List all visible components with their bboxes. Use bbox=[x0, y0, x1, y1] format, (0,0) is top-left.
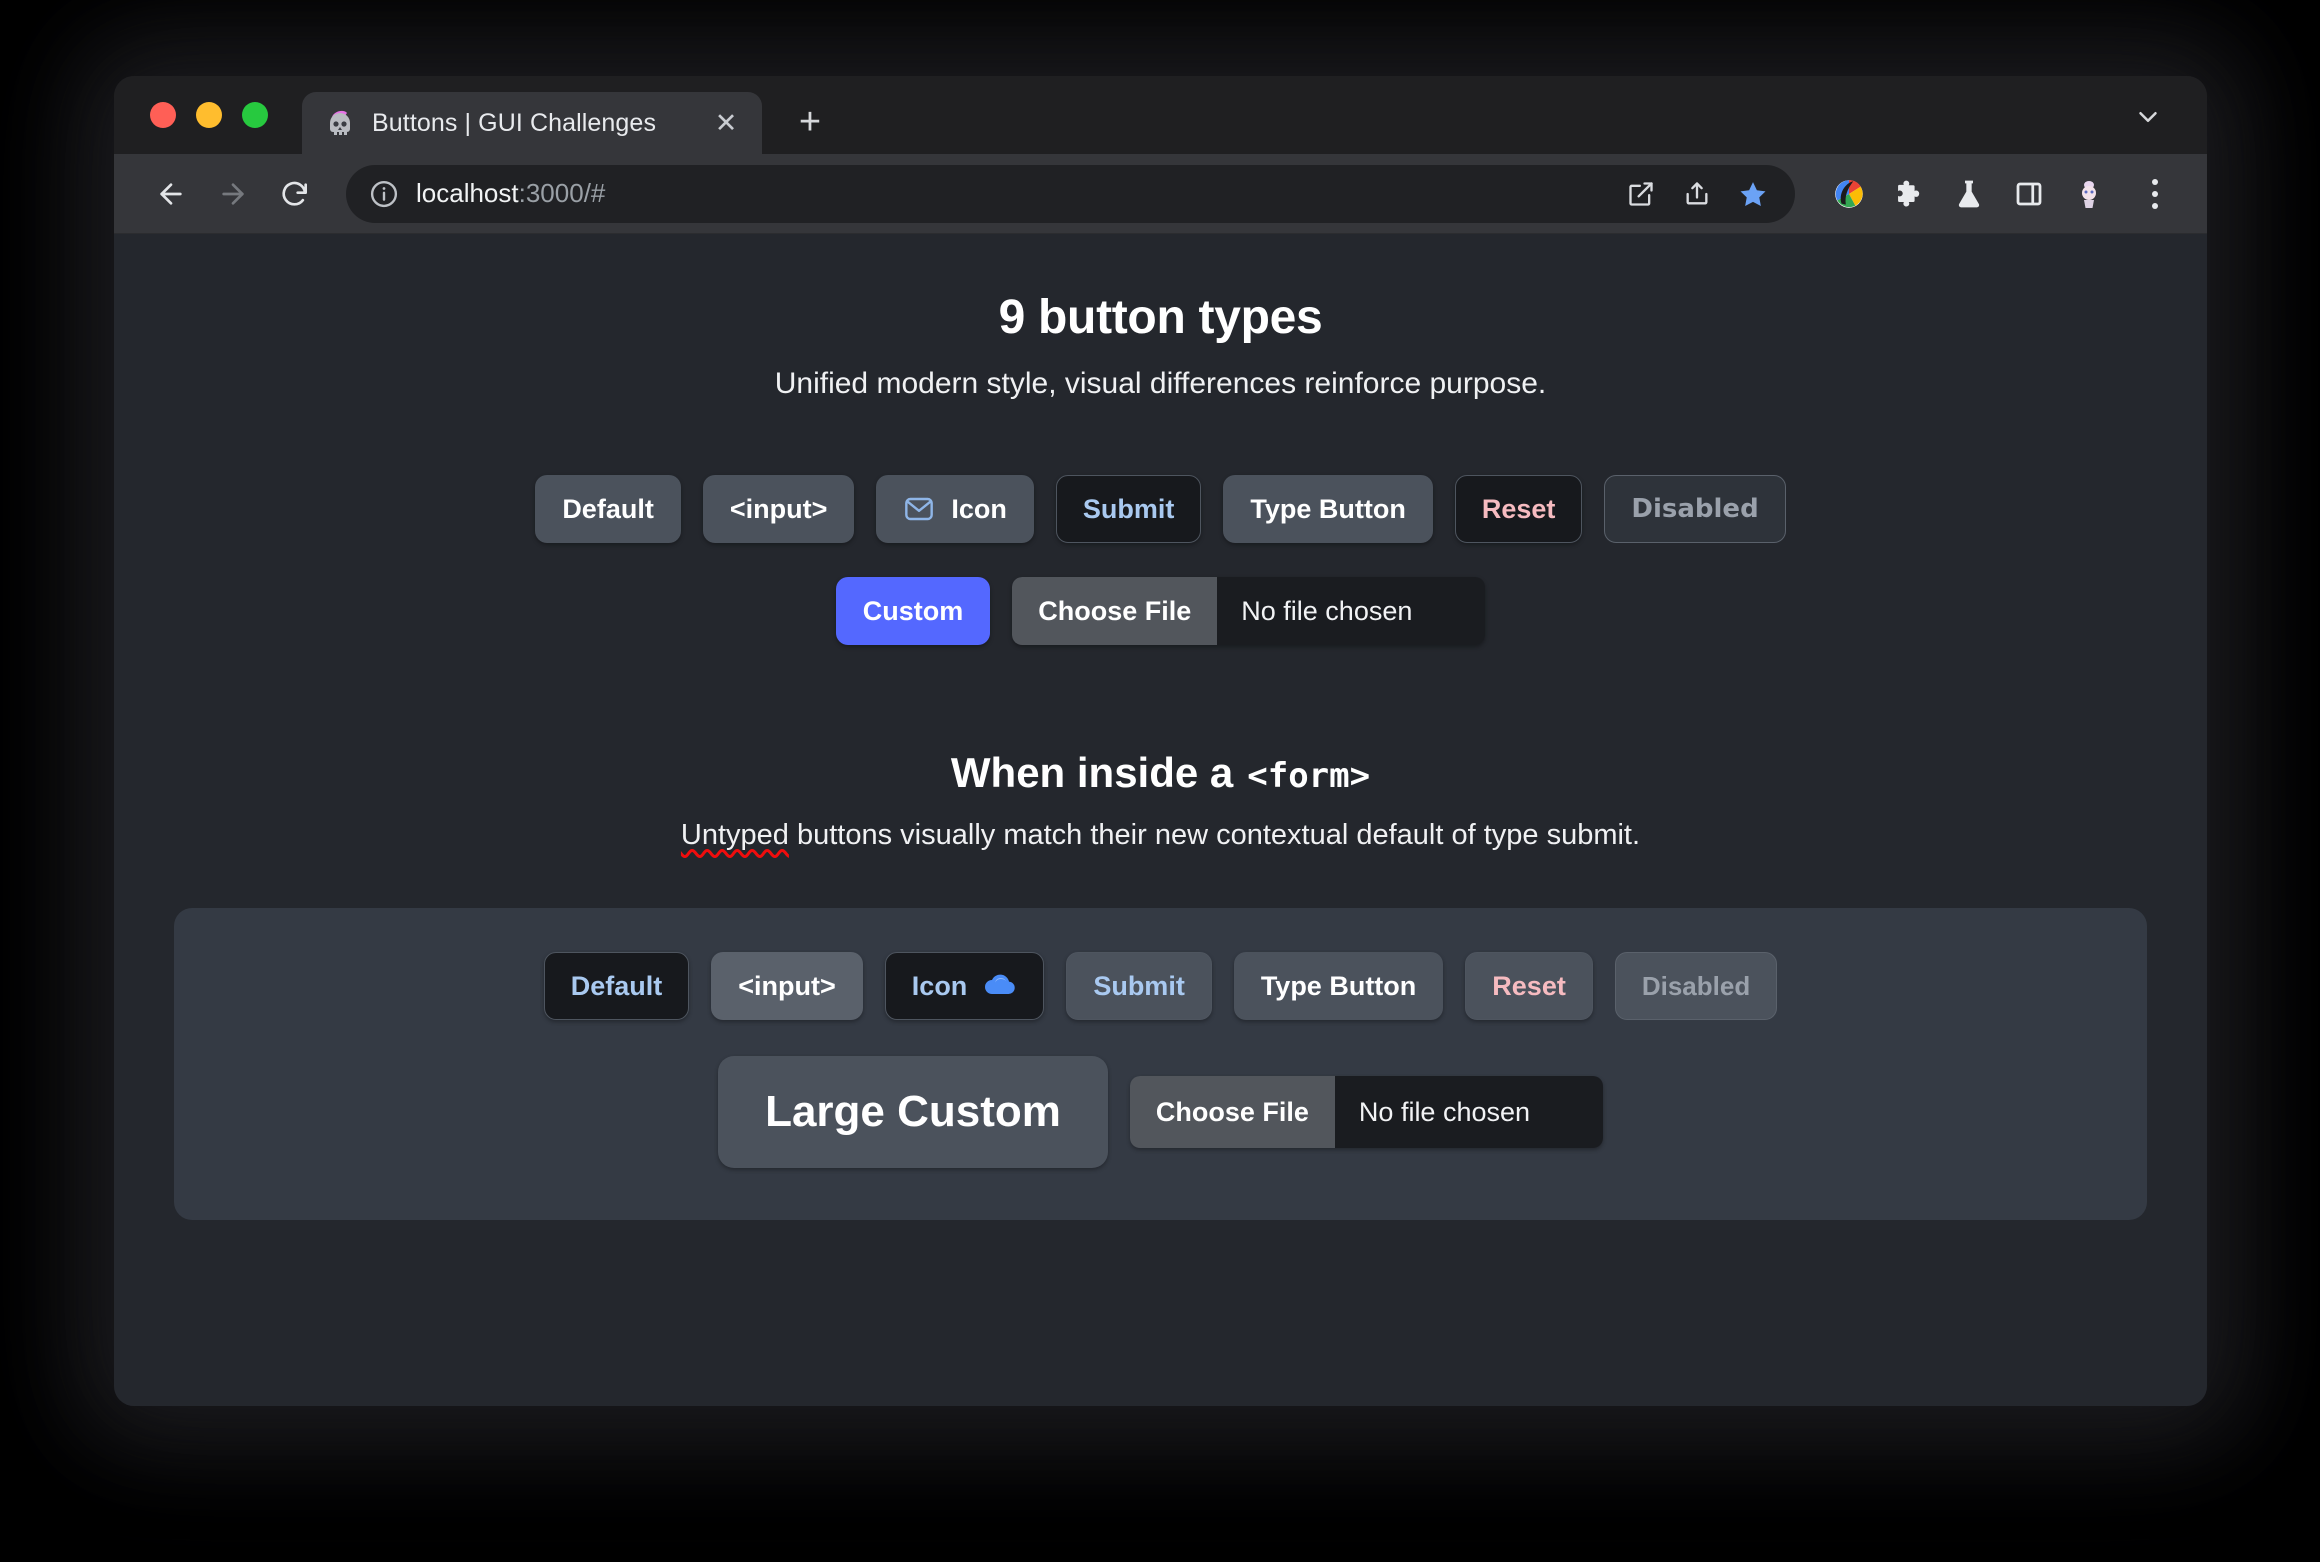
button-label: <input> bbox=[729, 493, 828, 524]
file-input[interactable]: Choose File No file chosen bbox=[1012, 577, 1486, 645]
button-label: Disabled bbox=[1631, 494, 1759, 524]
form-section-title-text: When inside a bbox=[950, 749, 1234, 796]
tab-title: Buttons | GUI Challenges bbox=[372, 108, 657, 137]
file-status-text: No file chosen bbox=[1217, 577, 1486, 645]
button-label: Default bbox=[562, 493, 654, 524]
omnibox-url-host: localhost bbox=[416, 178, 519, 208]
form-panel: Default <input> Icon Submit Type Button … bbox=[174, 908, 2147, 1220]
button-default[interactable]: Default bbox=[535, 475, 681, 543]
form-button-submit[interactable]: Submit bbox=[1066, 952, 1212, 1020]
button-label: Reset bbox=[1481, 493, 1556, 524]
page-viewport: 9 button types Unified modern style, vis… bbox=[114, 234, 2207, 1406]
button-label: Custom bbox=[862, 595, 964, 626]
omnibox[interactable]: localhost:3000/# bbox=[346, 164, 1795, 223]
omnibox-actions bbox=[1615, 168, 1783, 220]
button-type-button[interactable]: Type Button bbox=[1223, 475, 1433, 543]
button-label: Submit bbox=[1093, 970, 1185, 1001]
button-label: Type Button bbox=[1250, 493, 1406, 524]
minimize-window-button[interactable] bbox=[196, 102, 222, 128]
page-title: 9 button types bbox=[998, 291, 1323, 344]
color-wheel-extension-icon[interactable] bbox=[1823, 168, 1875, 220]
form-button-large-custom[interactable]: Large Custom bbox=[718, 1056, 1108, 1168]
spellchecked-word: Untyped bbox=[680, 819, 789, 851]
close-tab-button[interactable]: ✕ bbox=[708, 105, 744, 141]
form-button-type-button[interactable]: Type Button bbox=[1233, 952, 1444, 1020]
button-label: Reset bbox=[1492, 970, 1566, 1001]
form-section-subtext: Untyped buttons visually match their new… bbox=[681, 819, 1640, 852]
button-label: Icon bbox=[951, 493, 1007, 524]
share-icon[interactable] bbox=[1671, 168, 1723, 220]
button-label: Large Custom bbox=[765, 1087, 1061, 1136]
open-in-new-icon[interactable] bbox=[1615, 168, 1667, 220]
button-row-form-custom: Large Custom Choose File No file chosen bbox=[718, 1056, 1603, 1168]
cloud-icon bbox=[983, 970, 1017, 1002]
form-button-input[interactable]: <input> bbox=[711, 952, 863, 1020]
browser-window: Buttons | GUI Challenges ✕ + localhost:3… bbox=[114, 76, 2207, 1406]
flask-labs-icon[interactable] bbox=[1943, 168, 1995, 220]
button-row-custom: Custom Choose File No file chosen bbox=[835, 577, 1486, 645]
form-button-reset[interactable]: Reset bbox=[1465, 952, 1593, 1020]
puzzle-piece-extensions-icon[interactable] bbox=[1883, 168, 1935, 220]
tab-strip: Buttons | GUI Challenges ✕ + bbox=[114, 76, 2207, 154]
form-section-title: When inside a <form> bbox=[951, 749, 1370, 797]
form-button-default[interactable]: Default bbox=[543, 952, 690, 1020]
button-icon[interactable]: Icon bbox=[876, 475, 1034, 543]
browser-tab[interactable]: Buttons | GUI Challenges ✕ bbox=[302, 92, 762, 154]
button-reset[interactable]: Reset bbox=[1454, 475, 1583, 543]
form-section-subtext-rest: buttons visually match their new context… bbox=[788, 819, 1641, 851]
button-label: Type Button bbox=[1260, 970, 1417, 1001]
new-tab-button[interactable]: + bbox=[784, 96, 836, 148]
button-row-form: Default <input> Icon Submit Type Button … bbox=[543, 952, 1778, 1020]
form-button-disabled: Disabled bbox=[1614, 952, 1778, 1020]
button-custom[interactable]: Custom bbox=[835, 577, 991, 645]
form-tag-code: <form> bbox=[1247, 756, 1371, 796]
button-input[interactable]: <input> bbox=[702, 475, 855, 543]
button-submit[interactable]: Submit bbox=[1055, 475, 1202, 543]
back-arrow-icon[interactable] bbox=[142, 165, 200, 223]
button-disabled: Disabled bbox=[1604, 475, 1786, 543]
envelope-icon bbox=[903, 493, 935, 525]
choose-file-button[interactable]: Choose File bbox=[1012, 577, 1218, 645]
page-tagline: Unified modern style, visual differences… bbox=[774, 367, 1547, 400]
form-choose-file-button[interactable]: Choose File bbox=[1129, 1076, 1335, 1148]
button-label: <input> bbox=[738, 970, 836, 1001]
form-button-icon[interactable]: Icon bbox=[884, 952, 1045, 1020]
window-traffic-lights bbox=[150, 76, 302, 154]
maximize-window-button[interactable] bbox=[242, 102, 268, 128]
extension-icons bbox=[1809, 168, 2181, 220]
info-circle-icon[interactable] bbox=[368, 178, 400, 210]
page-content: 9 button types Unified modern style, vis… bbox=[114, 234, 2207, 1406]
side-panel-icon[interactable] bbox=[2003, 168, 2055, 220]
form-file-status-text: No file chosen bbox=[1334, 1076, 1603, 1148]
desktop-backdrop: Buttons | GUI Challenges ✕ + localhost:3… bbox=[0, 0, 2320, 1562]
form-file-input[interactable]: Choose File No file chosen bbox=[1129, 1076, 1603, 1148]
button-label: Icon bbox=[911, 970, 968, 1001]
chrome-menu-kebab[interactable] bbox=[2129, 168, 2181, 220]
omnibox-url-text[interactable]: localhost:3000/# bbox=[416, 178, 1599, 209]
button-label: Submit bbox=[1082, 493, 1175, 524]
reload-icon[interactable] bbox=[266, 165, 324, 223]
omnibox-url-path: :3000/# bbox=[518, 178, 606, 208]
browser-toolbar: localhost:3000/# bbox=[114, 154, 2207, 234]
bookmark-star-icon[interactable] bbox=[1727, 168, 1779, 220]
avatar-profile-icon[interactable] bbox=[2063, 168, 2115, 220]
chevron-down-icon[interactable] bbox=[2119, 88, 2177, 146]
button-row-primary: Default <input> Icon Submit Type Button … bbox=[535, 475, 1786, 543]
forward-arrow-icon[interactable] bbox=[204, 165, 262, 223]
button-label: Disabled bbox=[1641, 970, 1751, 1001]
close-window-button[interactable] bbox=[150, 102, 176, 128]
button-label: Default bbox=[570, 970, 663, 1001]
skull-mohawk-favicon bbox=[330, 110, 350, 135]
